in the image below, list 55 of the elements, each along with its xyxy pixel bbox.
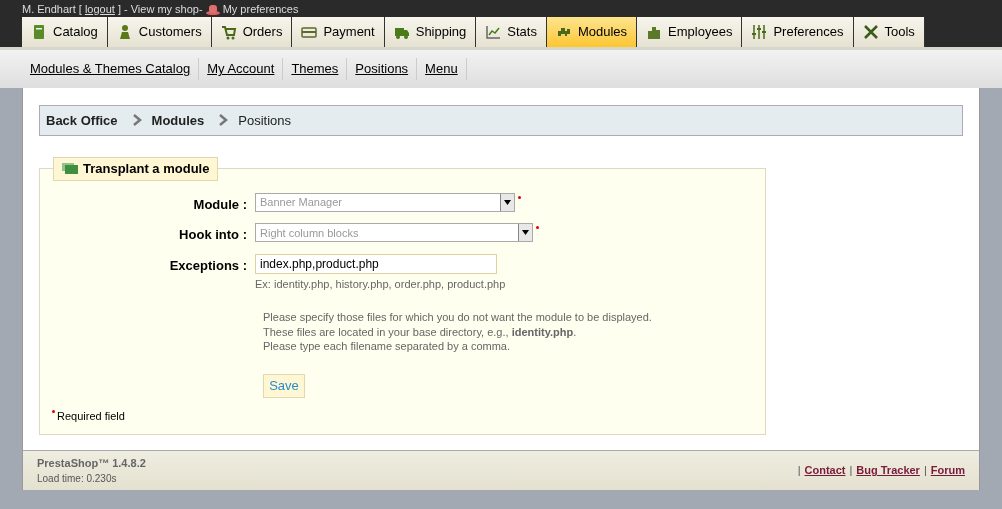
nav-tab[interactable]: Payment	[292, 17, 385, 47]
sliders-icon	[751, 24, 768, 40]
footer-link[interactable]: Forum	[930, 462, 965, 479]
preferences-link[interactable]: My preferences	[222, 1, 299, 18]
sub-menu-link[interactable]: Themes	[283, 58, 348, 80]
nav-tab[interactable]: Stats	[476, 17, 547, 47]
crossed-tools-icon	[862, 24, 879, 40]
nav-tab[interactable]: Catalog	[22, 17, 108, 47]
version-text: PrestaShop™ 1.4.8.2	[37, 455, 146, 471]
chevron-right-icon	[218, 114, 229, 127]
logout-link[interactable]: logout	[84, 1, 115, 18]
form-legend-title: Transplant a module	[83, 160, 210, 179]
required-asterisk-icon	[52, 409, 55, 413]
user-name: M. Endhart [	[22, 2, 82, 17]
footer-link[interactable]: Contact	[804, 462, 846, 479]
breadcrumb-link[interactable]: Modules	[151, 110, 205, 131]
book-icon	[31, 24, 47, 40]
sub-menu-link[interactable]: Modules & Themes Catalog	[22, 58, 200, 80]
required-note: Required field	[57, 408, 125, 424]
nav-tab[interactable]: Shipping	[384, 17, 477, 47]
cart-icon	[220, 24, 237, 40]
nav-tab[interactable]: Orders	[211, 17, 293, 47]
help-text: Please type each filename separated by a comma.	[263, 339, 512, 354]
sub-menu-link[interactable]: Positions	[347, 58, 418, 80]
sub-menu-link[interactable]: My Account	[199, 58, 284, 80]
card-icon	[301, 24, 318, 40]
separator-text: |	[797, 463, 801, 479]
field-label: Module :	[192, 195, 248, 214]
help-text: These files are located in your base directory, e.g., identity.php.	[263, 324, 578, 340]
nav-tab[interactable]: Tools	[853, 17, 925, 47]
nav-tab[interactable]: Preferences	[742, 17, 854, 47]
separator-text: -	[198, 2, 203, 17]
breadcrumb-current: Positions	[238, 111, 292, 130]
stacked-windows-icon	[62, 162, 79, 175]
nav-tab[interactable]: Employees	[637, 17, 743, 47]
example-hint: Ex: identity.php, history.php, order.php, product.php	[255, 276, 506, 292]
text-input-field[interactable]: index.php,product.php	[255, 253, 497, 274]
chevron-right-icon	[131, 114, 142, 127]
hat-icon	[205, 3, 220, 16]
separator-text: ] -	[117, 2, 128, 17]
breadcrumb-link[interactable]: Back Office	[46, 110, 118, 131]
separator-text: |	[849, 463, 853, 479]
save-button[interactable]: Save	[263, 373, 305, 398]
field-label: Exceptions :	[168, 256, 248, 275]
sub-menu-link[interactable]: Menu	[417, 58, 467, 80]
nav-tab[interactable]: Modules	[546, 17, 638, 47]
buildings-icon	[646, 24, 663, 40]
chart-icon	[485, 24, 502, 40]
view-shop-link[interactable]: View my shop	[130, 1, 199, 18]
field-label: Hook into :	[178, 226, 248, 245]
help-text: Please specify those files for which you do not want the module to be displayed.	[263, 310, 653, 325]
separator-text: |	[923, 463, 927, 479]
nav-tab[interactable]: Customers	[107, 17, 212, 47]
load-time: Load time: 0.230s	[37, 472, 118, 487]
footer-link[interactable]: Bug Tracker	[856, 462, 920, 479]
